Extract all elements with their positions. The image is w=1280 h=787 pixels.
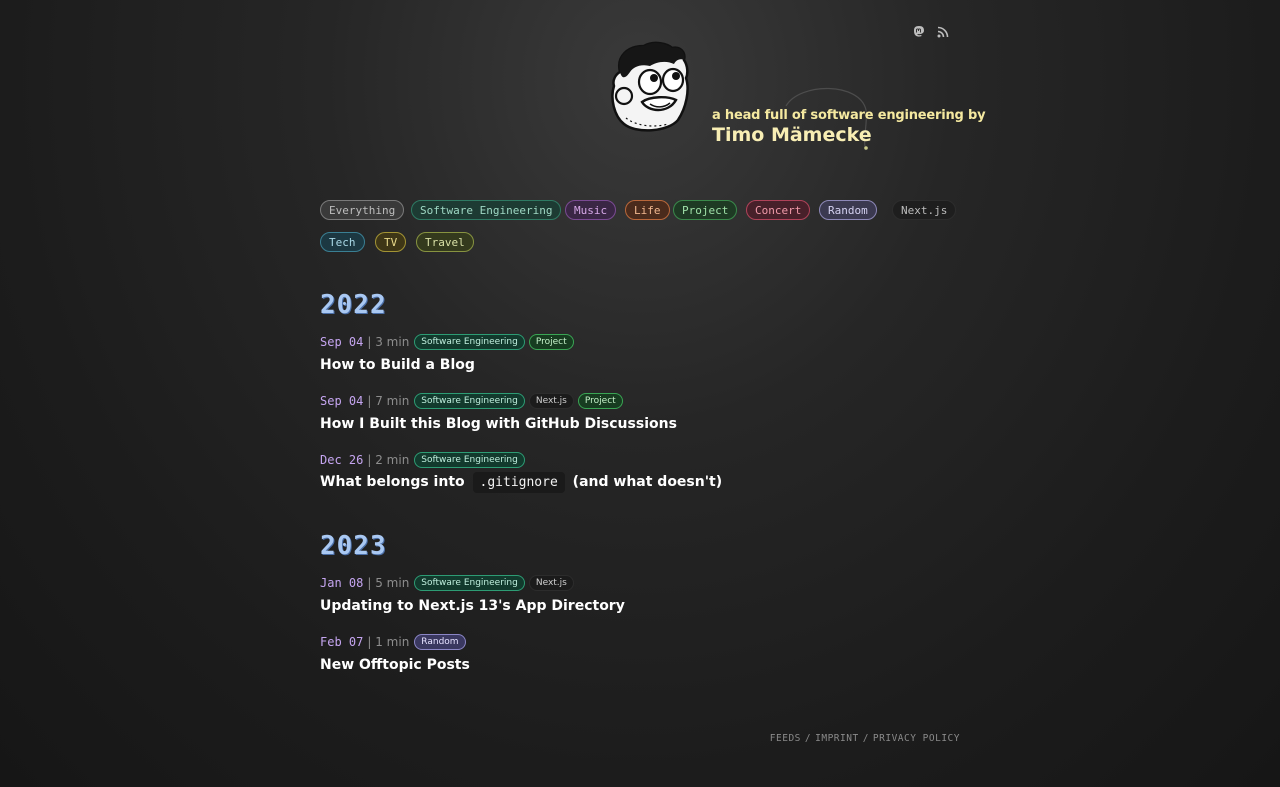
post-duration: | 5 min (367, 576, 410, 590)
filter-project[interactable]: Project (673, 200, 738, 220)
post-title-link[interactable]: How I Built this Blog with GitHub Discus… (320, 416, 677, 432)
post-date: Feb 07 (320, 635, 364, 649)
filter-travel[interactable]: Travel (416, 232, 474, 252)
post-title-link[interactable]: How to Build a Blog (320, 357, 475, 373)
post-meta: Jan 08 | 5 min Software Engineering Next… (320, 575, 578, 591)
post-tag[interactable]: Random (414, 634, 466, 650)
site-tagline: a head full of software engineering by (712, 108, 986, 123)
post-tag[interactable]: Next.js (528, 575, 574, 591)
post-meta: Sep 04 | 3 min Software Engineering Proj… (320, 334, 578, 350)
footer: FEEDS / IMPRINT / PRIVACY POLICY (770, 733, 960, 744)
page-container: a head full of software engineering by T… (320, 0, 986, 787)
post-title-link[interactable]: What belongs into .gitignore (and what d… (320, 472, 722, 493)
post-tag[interactable]: Software Engineering (414, 452, 525, 468)
filter-tv[interactable]: TV (375, 232, 407, 252)
year-heading: 2023 (320, 531, 387, 561)
filter-tech[interactable]: Tech (320, 232, 365, 252)
filter-nextjs[interactable]: Next.js (892, 200, 957, 220)
post-duration: | 1 min (367, 635, 410, 649)
post-tag[interactable]: Project (528, 334, 574, 350)
footer-imprint-link[interactable]: IMPRINT (815, 733, 859, 744)
filter-concert[interactable]: Concert (746, 200, 811, 220)
avatar (606, 38, 694, 134)
post-date: Dec 26 (320, 453, 364, 467)
filter-everything[interactable]: Everything (320, 200, 405, 220)
post-tag[interactable]: Project (577, 393, 623, 409)
post-tag[interactable]: Software Engineering (414, 575, 525, 591)
post-tag[interactable]: Next.js (528, 393, 574, 409)
post-title-link[interactable]: Updating to Next.js 13's App Directory (320, 598, 625, 614)
inline-code: .gitignore (472, 472, 565, 493)
footer-privacy-link[interactable]: PRIVACY POLICY (873, 733, 960, 744)
filter-music[interactable]: Music (565, 200, 617, 220)
post-duration: | 2 min (367, 453, 410, 467)
post-meta: Dec 26 | 2 min Software Engineering (320, 452, 529, 468)
year-heading: 2022 (320, 290, 387, 320)
header-icons (912, 24, 950, 38)
site-author[interactable]: Timo Mämecke (712, 124, 872, 146)
footer-feeds-link[interactable]: FEEDS (770, 733, 801, 744)
post-meta: Sep 04 | 7 min Software Engineering Next… (320, 393, 627, 409)
post-date: Jan 08 (320, 576, 364, 590)
filter-software-engineering[interactable]: Software Engineering (411, 200, 562, 220)
post-tag[interactable]: Software Engineering (414, 393, 525, 409)
filter-random[interactable]: Random (819, 200, 877, 220)
rss-icon[interactable] (936, 24, 950, 38)
post-meta: Feb 07 | 1 min Random (320, 634, 470, 650)
post-title-text: What belongs into (320, 474, 465, 490)
post-date: Sep 04 (320, 335, 364, 349)
footer-separator: / (804, 733, 812, 744)
post-date: Sep 04 (320, 394, 364, 408)
post-tag[interactable]: Software Engineering (414, 334, 525, 350)
mastodon-icon[interactable] (912, 24, 926, 38)
post-duration: | 3 min (367, 335, 410, 349)
post-title-link[interactable]: New Offtopic Posts (320, 657, 470, 673)
footer-separator: / (862, 733, 869, 744)
post-duration: | 7 min (367, 394, 410, 408)
filter-life[interactable]: Life (625, 200, 670, 220)
post-title-text: (and what doesn't) (572, 474, 723, 490)
